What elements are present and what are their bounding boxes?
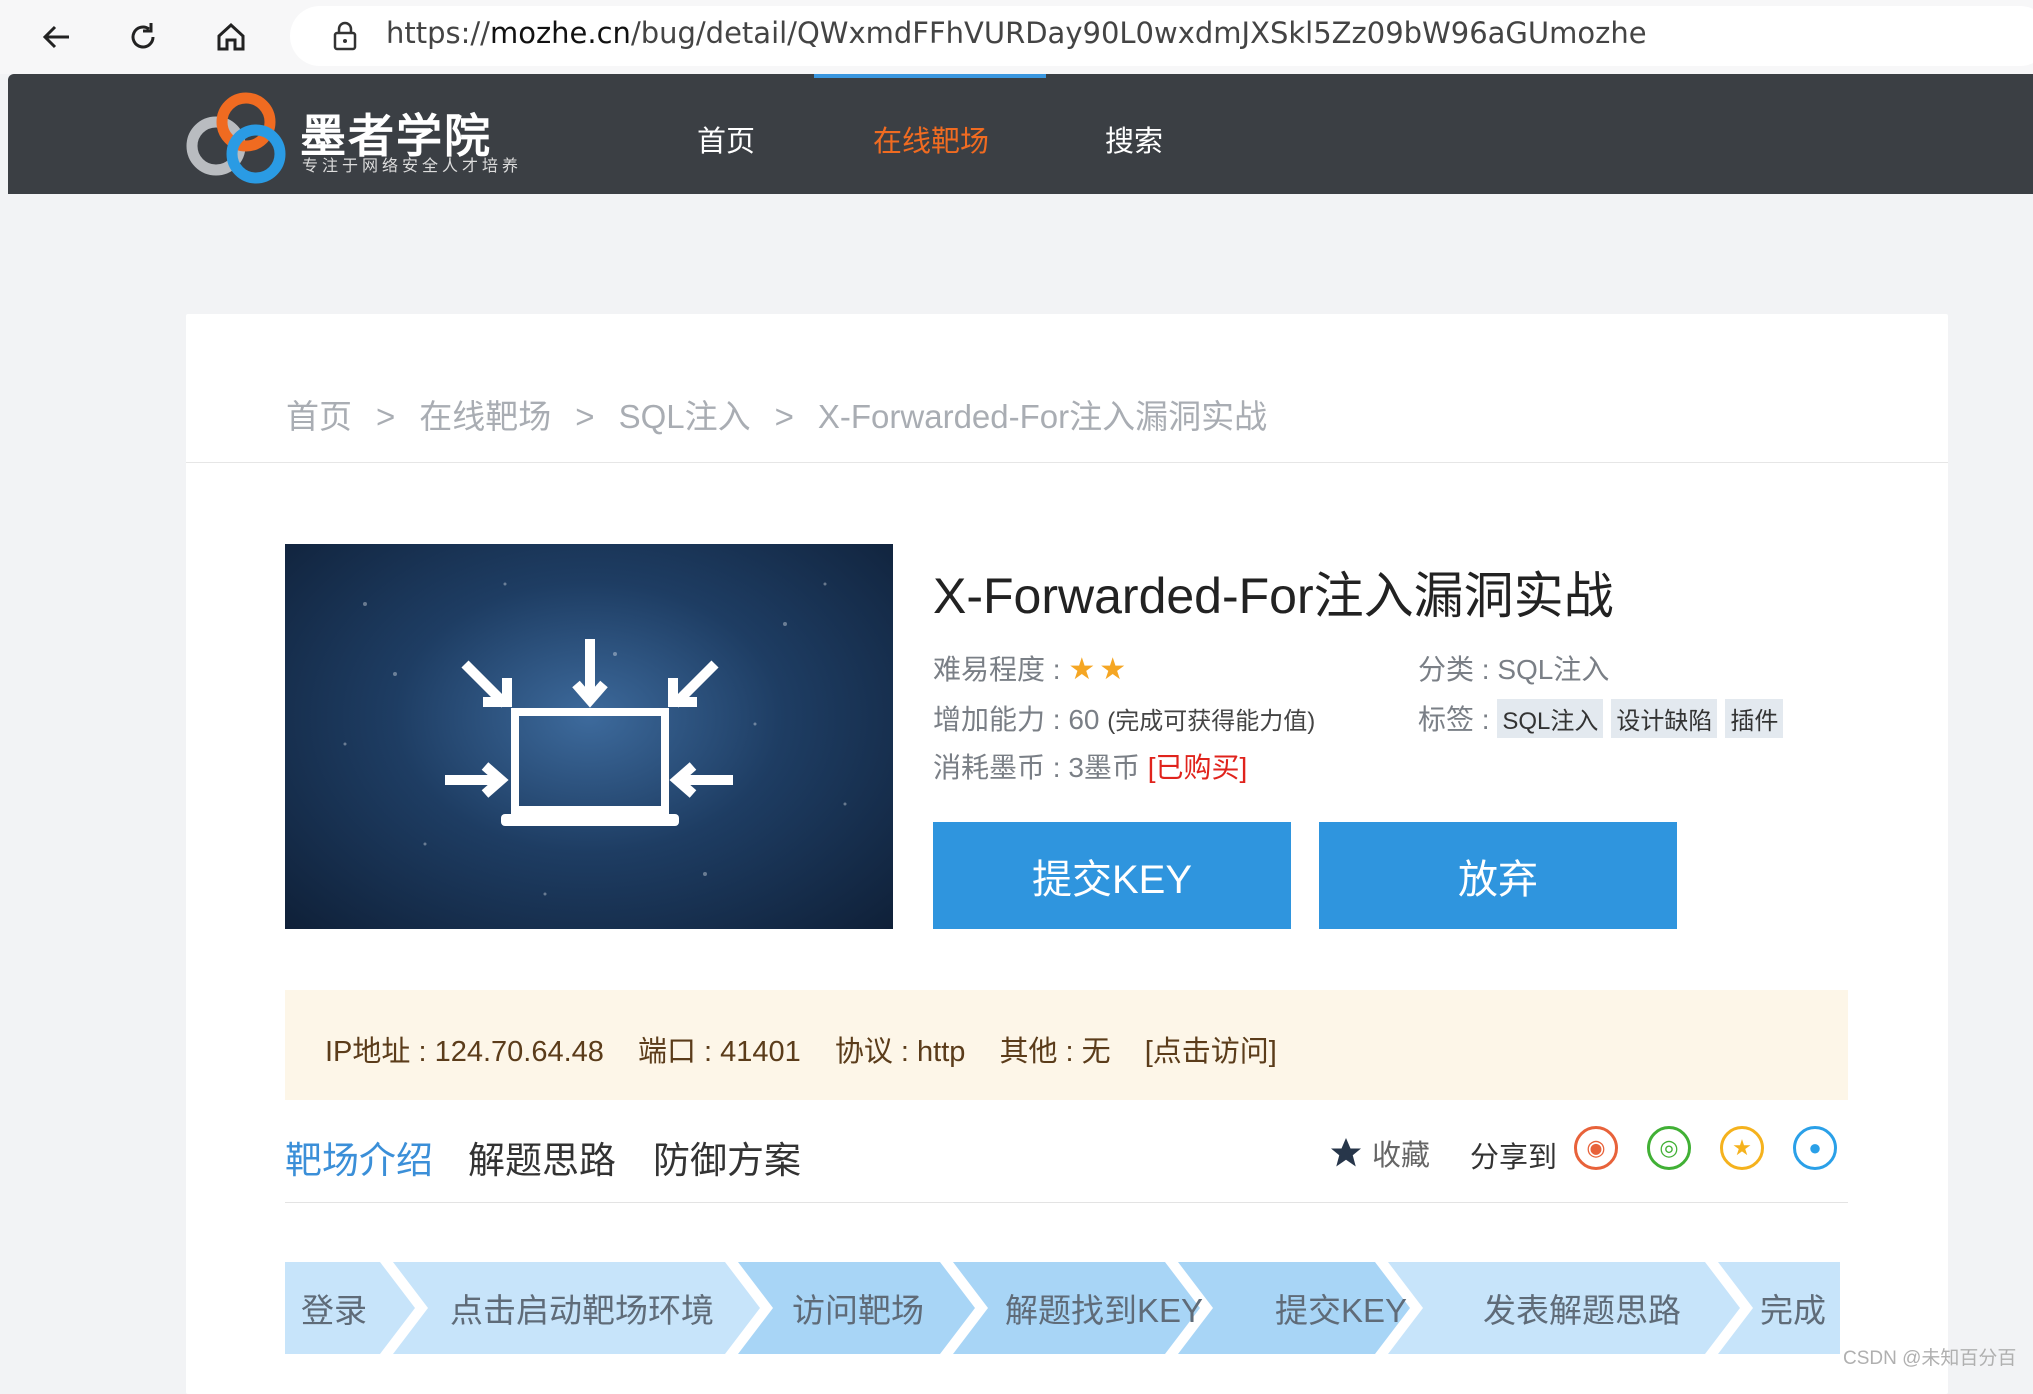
favorite-button[interactable]: 收藏 <box>1328 1132 1430 1174</box>
step-start-env: 点击启动靶场环境 <box>450 1292 714 1329</box>
port: 端口 : 41401 <box>637 1036 801 1068</box>
breadcrumb-separator: > <box>774 398 794 435</box>
lab-title: X-Forwarded-For注入漏洞实战 <box>933 568 1614 624</box>
qq-icon[interactable]: ● <box>1793 1126 1837 1170</box>
url-domain: mozhe.cn <box>489 16 631 50</box>
breadcrumb: 首页 > 在线靶场 > SQL注入 > X-Forwarded-For注入漏洞实战 <box>286 390 1267 438</box>
lock-icon <box>333 21 357 51</box>
weibo-icon[interactable]: ◉ <box>1574 1126 1618 1170</box>
tab-solution[interactable]: 解题思路 <box>468 1130 616 1184</box>
step-publish-solution: 发表解题思路 <box>1483 1292 1681 1329</box>
breadcrumb-sql-injection[interactable]: SQL注入 <box>619 398 751 435</box>
lab-thumbnail <box>285 544 893 929</box>
logo-icon[interactable] <box>186 84 296 186</box>
browser-toolbar: https://mozhe.cn/bug/detail/QWxmdFFhVURD… <box>0 0 2033 74</box>
ability-label: 增加能力 : <box>933 704 1061 735</box>
nav-search[interactable]: 搜索 <box>1105 118 1163 160</box>
divider <box>186 462 1948 463</box>
tag-design-flaw[interactable]: 设计缺陷 <box>1611 699 1718 738</box>
category-row: 分类 : SQL注入 <box>1418 648 1609 688</box>
ability-value: 60 <box>1068 704 1100 735</box>
target-info: IP地址 : 124.70.64.48 端口 : 41401 协议 : http… <box>325 1028 1303 1070</box>
step-submit-key: 提交KEY <box>1275 1292 1408 1329</box>
active-nav-indicator <box>814 74 1046 78</box>
tab-intro[interactable]: 靶场介绍 <box>285 1130 433 1184</box>
url-path: /bug/detail/QWxmdFFhVURDay90L0wxdmJXSkl5… <box>630 16 1647 50</box>
breadcrumb-separator: > <box>575 398 595 435</box>
nav-online-range[interactable]: 在线靶场 <box>873 118 989 160</box>
watermark: CSDN @未知百分百 <box>1843 1348 2017 1369</box>
cost-label: 消耗墨币 : <box>933 752 1061 783</box>
difficulty-label: 难易程度 : <box>933 654 1061 685</box>
difficulty-row: 难易程度 : ★★ <box>933 648 1130 688</box>
step-find-key: 解题找到KEY <box>1005 1292 1204 1329</box>
ability-row: 增加能力 : 60 (完成可获得能力值) <box>933 698 1315 738</box>
step-visit-range: 访问靶场 <box>792 1292 924 1329</box>
tab-defense[interactable]: 防御方案 <box>653 1130 801 1184</box>
share-label: 分享到 <box>1470 1142 1558 1174</box>
url-prefix: https:// <box>386 16 490 50</box>
reload-button[interactable] <box>120 14 166 60</box>
cost-value: 3墨币 <box>1068 752 1140 783</box>
ability-note: (完成可获得能力值) <box>1107 708 1316 735</box>
laptop-arrows-illustration <box>343 582 847 896</box>
tags-row: 标签 : SQL注入 设计缺陷 插件 <box>1418 698 1791 738</box>
wechat-icon[interactable]: ◎ <box>1647 1126 1691 1170</box>
star-icon: ★★ <box>1068 653 1131 686</box>
star-icon <box>1331 1138 1361 1167</box>
step-login: 登录 <box>301 1292 367 1329</box>
abandon-button[interactable]: 放弃 <box>1319 822 1677 929</box>
home-button[interactable] <box>208 14 254 60</box>
tags-label: 标签 : <box>1418 704 1490 735</box>
other-info: 其他 : 无 <box>999 1036 1111 1068</box>
home-icon <box>217 22 245 51</box>
protocol: 协议 : http <box>834 1036 966 1068</box>
arrow-left-icon <box>42 25 69 49</box>
category-label: 分类 : <box>1418 654 1490 685</box>
qzone-icon[interactable]: ★ <box>1720 1126 1764 1170</box>
category-value: SQL注入 <box>1497 654 1610 685</box>
breadcrumb-current: X-Forwarded-For注入漏洞实战 <box>817 398 1268 435</box>
step-complete: 完成 <box>1760 1292 1826 1329</box>
tabs-divider <box>285 1202 1848 1203</box>
tag-sql-injection[interactable]: SQL注入 <box>1497 699 1604 738</box>
breadcrumb-home[interactable]: 首页 <box>286 398 352 435</box>
breadcrumb-online-range[interactable]: 在线靶场 <box>419 398 551 435</box>
submit-key-button[interactable]: 提交KEY <box>933 822 1291 929</box>
url-text[interactable]: https://mozhe.cn/bug/detail/QWxmdFFhVURD… <box>386 16 1647 50</box>
favorite-label: 收藏 <box>1372 1140 1431 1172</box>
ip-address: IP地址 : 124.70.64.48 <box>325 1036 604 1068</box>
reload-icon <box>131 23 155 49</box>
logo-subtitle: 专注于网络安全人才培养 <box>302 158 523 175</box>
visit-link[interactable]: [点击访问] <box>1145 1036 1277 1068</box>
progress-steps: 登录 点击启动靶场环境 访问靶场 解题找到KEY 提交KEY 发表解题思路 完成 <box>285 1262 1840 1354</box>
tag-plugin[interactable]: 插件 <box>1725 699 1784 738</box>
purchase-status: [已购买] <box>1147 752 1248 783</box>
breadcrumb-separator: > <box>376 398 396 435</box>
back-button[interactable] <box>34 14 80 60</box>
cost-row: 消耗墨币 : 3墨币 [已购买] <box>933 746 1247 786</box>
nav-home[interactable]: 首页 <box>697 118 755 160</box>
